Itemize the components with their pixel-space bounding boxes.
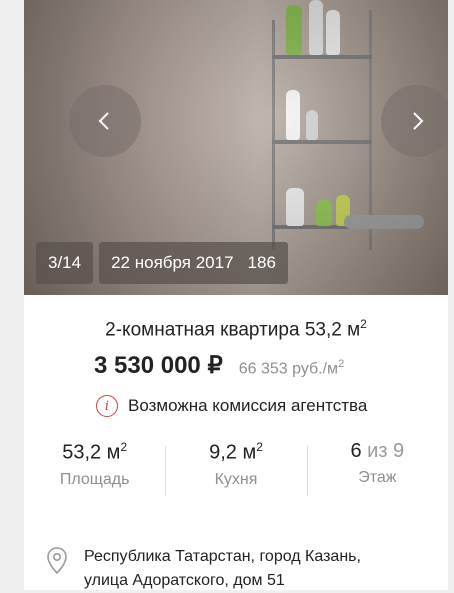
stat-value-text: 53,2 м [62,441,121,464]
stat-label: Площадь [59,470,130,488]
stat-kitchen: 9,2 м2 Кухня [165,440,306,496]
stat-value-sup: 2 [256,440,263,454]
views-count: 186 [247,253,276,272]
stat-value: 9,2 м2 [165,440,306,465]
price-row: 3 530 000 ₽ 66 353 руб./м2 [94,351,344,380]
previous-photo-button[interactable] [69,85,141,157]
gallery-tags: 3/14 22 ноября 2017 186 [36,242,288,284]
price-per-m2-text: 66 353 руб./м [238,360,339,377]
floor-total: из 9 [367,440,405,462]
floor-number: 6 [350,440,362,462]
title-sup: 2 [360,317,367,331]
location-pin-icon [47,547,67,575]
price: 3 530 000 ₽ [94,352,223,379]
listing-title: 2-комнатная квартира 53,2 м2 [24,317,448,341]
stat-value-sup: 2 [120,440,128,454]
stat-value: 6 из 9 [307,440,448,463]
commission-notice: i Возможна комиссия агентства [96,395,367,417]
stat-value: 53,2 м2 [24,440,165,465]
next-photo-button[interactable] [381,85,448,157]
stat-label: Кухня [214,470,258,488]
price-per-m2-sup: 2 [338,357,345,370]
address[interactable]: Республика Татарстан, город Казань, улиц… [46,545,361,593]
date-views-badge: 22 ноября 2017 186 [99,242,288,284]
address-line-1: Республика Татарстан, город Казань, [84,548,361,565]
chevron-left-icon [98,112,109,130]
chevron-right-icon [413,112,424,130]
stat-value-text: 9,2 м [209,441,257,464]
photo-counter: 3/14 [36,242,94,284]
title-text: 2-комнатная квартира 53,2 м [105,319,361,341]
stats-row: 53,2 м2 Площадь 9,2 м2 Кухня 6 из 9 Этаж [24,440,448,496]
stat-area: 53,2 м2 Площадь [24,440,165,489]
address-text: Республика Татарстан, город Казань, улиц… [84,545,361,593]
address-line-2: улица Адоратского, дом 51 [84,572,285,589]
info-icon: i [96,395,118,417]
commission-text: Возможна комиссия агентства [128,396,368,415]
listing-date: 22 ноября 2017 [111,253,234,272]
stat-floor: 6 из 9 Этаж [306,440,448,496]
price-per-m2: 66 353 руб./м2 [239,358,344,378]
listing-card: 2-комнатная квартира 53,2 м2 3 530 000 ₽… [24,295,448,590]
stat-label: Этаж [358,469,397,486]
